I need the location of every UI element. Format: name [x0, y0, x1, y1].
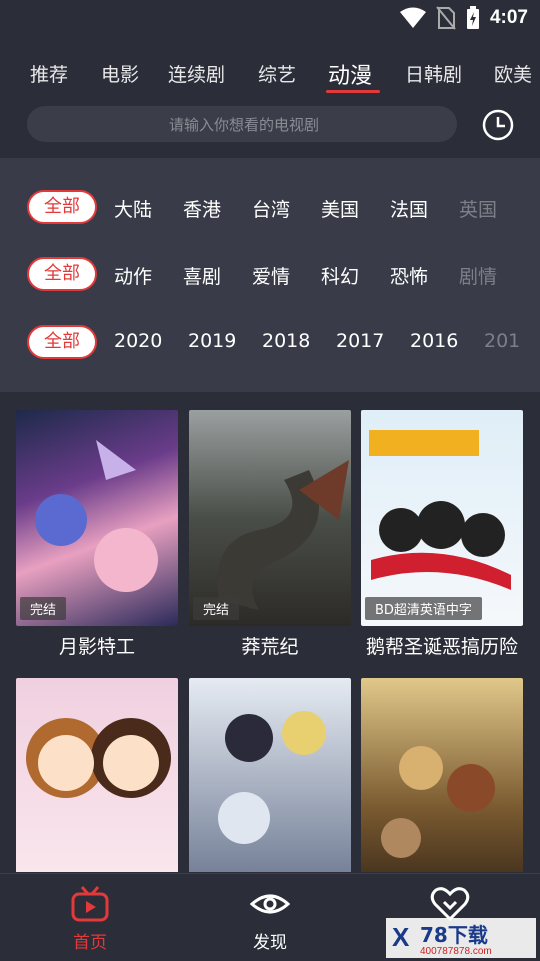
year-option[interactable]: 2016: [410, 330, 458, 352]
year-option[interactable]: 201: [484, 330, 520, 352]
active-tab-indicator: [326, 90, 380, 93]
card-title[interactable]: 月影特工: [16, 632, 178, 659]
poster-image[interactable]: 完结: [16, 410, 178, 626]
video-card[interactable]: [189, 678, 351, 872]
serpent-art: [217, 460, 349, 610]
genre-option[interactable]: 动作: [114, 262, 152, 289]
svg-text:78下载: 78下载: [420, 923, 488, 947]
boys-art: [218, 711, 326, 844]
status-bar: 4:07: [0, 0, 540, 40]
video-card[interactable]: [16, 678, 178, 872]
wifi-icon: [399, 7, 426, 28]
eye-icon: [249, 894, 291, 914]
site-watermark-logo: X 78下载 400787878.com: [386, 918, 536, 958]
nav-home-label: 首页: [73, 933, 107, 953]
video-card[interactable]: 完结 莽荒纪: [189, 410, 351, 659]
anime-girls-art: [35, 440, 158, 592]
nav-discover-label: 发现: [253, 933, 287, 953]
content-grid: 完结 月影特工 完结 莽荒纪 BD超清英语中字 鹅帮圣诞恶搞历险: [0, 410, 540, 872]
filter-row-region: 全部 大陆 香港 台湾 美国 法国 英国: [0, 187, 540, 227]
filter-row-year: 全部 2020 2019 2018 2017 2016 201: [0, 322, 540, 362]
year-option[interactable]: 2019: [188, 330, 236, 352]
group-art: [381, 746, 495, 858]
year-option[interactable]: 2020: [114, 330, 162, 352]
no-sim-icon: [436, 6, 456, 30]
genre-option[interactable]: 爱情: [252, 262, 290, 289]
status-badge: 完结: [20, 597, 67, 620]
year-option[interactable]: 2018: [262, 330, 310, 352]
tab-anime[interactable]: 动漫: [328, 58, 372, 90]
history-clock-icon[interactable]: [481, 108, 515, 142]
filter-row-genre: 全部 动作 喜剧 爱情 科幻 恐怖 剧情: [0, 254, 540, 294]
video-card[interactable]: [361, 678, 523, 872]
poster-image[interactable]: [189, 678, 351, 872]
genre-option[interactable]: 恐怖: [390, 262, 428, 289]
region-option[interactable]: 法国: [390, 195, 428, 222]
card-title[interactable]: 鹅帮圣诞恶搞历险: [361, 632, 523, 659]
battery-charging-icon: [466, 6, 479, 29]
heart-icon: [430, 887, 470, 922]
genre-option[interactable]: 喜剧: [183, 262, 221, 289]
nav-home[interactable]: 首页: [45, 886, 135, 953]
penguins-art: [369, 430, 511, 590]
tab-jk-drama[interactable]: 日韩剧: [405, 60, 462, 87]
genre-all-chip[interactable]: 全部: [27, 257, 97, 291]
status-badge: 完结: [193, 597, 240, 620]
poster-image[interactable]: 完结: [189, 410, 351, 626]
genre-option[interactable]: 剧情: [459, 262, 497, 289]
card-title[interactable]: 莽荒纪: [189, 632, 351, 659]
video-card[interactable]: BD超清英语中字 鹅帮圣诞恶搞历险: [361, 410, 523, 659]
status-badge: BD超清英语中字: [365, 597, 482, 620]
tab-variety[interactable]: 综艺: [258, 60, 296, 87]
schoolgirls-art: [26, 718, 171, 798]
tab-recommend[interactable]: 推荐: [30, 60, 68, 87]
poster-image[interactable]: [361, 678, 523, 872]
category-tabs: 推荐 电影 连续剧 综艺 动漫 日韩剧 欧美: [0, 54, 540, 98]
region-all-chip[interactable]: 全部: [27, 190, 97, 224]
poster-image[interactable]: [16, 678, 178, 872]
year-all-chip[interactable]: 全部: [27, 325, 97, 359]
video-card[interactable]: 完结 月影特工: [16, 410, 178, 659]
poster-image[interactable]: BD超清英语中字: [361, 410, 523, 626]
search-box: [27, 106, 461, 144]
region-option[interactable]: 香港: [183, 195, 221, 222]
region-option[interactable]: 台湾: [252, 195, 290, 222]
svg-text:X: X: [392, 922, 410, 952]
clock-time: 4:07: [489, 7, 528, 28]
genre-option[interactable]: 科幻: [321, 262, 359, 289]
tv-home-icon: [71, 886, 109, 922]
region-option[interactable]: 英国: [459, 195, 497, 222]
tab-western[interactable]: 欧美: [494, 60, 532, 87]
region-option[interactable]: 美国: [321, 195, 359, 222]
year-option[interactable]: 2017: [336, 330, 384, 352]
tab-movie[interactable]: 电影: [101, 60, 139, 87]
svg-text:400787878.com: 400787878.com: [420, 946, 492, 957]
tab-series[interactable]: 连续剧: [168, 60, 225, 87]
nav-discover[interactable]: 发现: [225, 886, 315, 953]
search-input[interactable]: [27, 106, 461, 144]
region-option[interactable]: 大陆: [114, 195, 152, 222]
filter-panel: 全部 大陆 香港 台湾 美国 法国 英国 全部 动作 喜剧 爱情 科幻 恐怖 剧…: [0, 158, 540, 392]
